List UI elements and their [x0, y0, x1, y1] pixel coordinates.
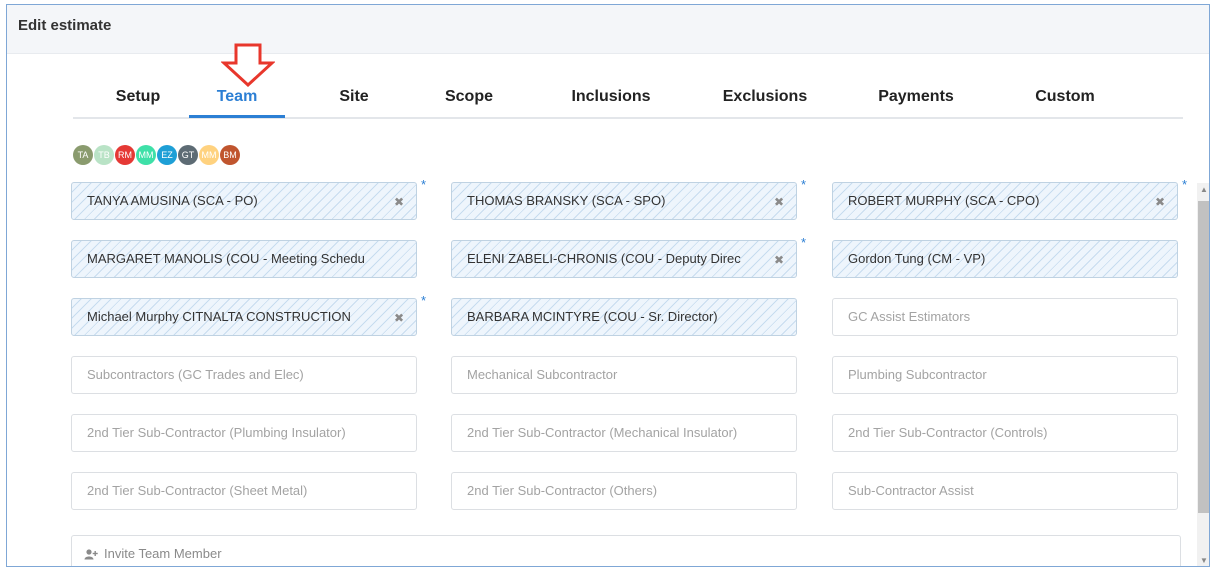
avatar[interactable]: RM — [115, 145, 135, 165]
gc-assist-estimators-field[interactable]: GC Assist Estimators — [832, 298, 1178, 336]
team-member-value: TANYA AMUSINA (SCA - PO) — [87, 193, 258, 208]
team-member-field[interactable]: BARBARA MCINTYRE (COU - Sr. Director) — [451, 298, 797, 336]
required-marker: * — [801, 177, 807, 192]
sub-contractor-assist-field[interactable]: Sub-Contractor Assist — [832, 472, 1178, 510]
tab-team[interactable]: Team — [189, 87, 285, 118]
sheet-metal-field[interactable]: 2nd Tier Sub-Contractor (Sheet Metal) — [71, 472, 417, 510]
tab-custom[interactable]: Custom — [1029, 87, 1101, 115]
estimate-tabs: Setup Team Site Scope Inclusions Exclusi… — [73, 83, 1183, 119]
remove-icon[interactable]: ✖ — [394, 300, 404, 335]
tab-payments[interactable]: Payments — [871, 87, 961, 115]
scroll-down-icon[interactable]: ▼ — [1197, 554, 1209, 566]
tab-inclusions[interactable]: Inclusions — [563, 87, 659, 115]
team-member-value: MARGARET MANOLIS (COU - Meeting Schedu — [87, 251, 365, 266]
avatar[interactable]: TB — [94, 145, 114, 165]
team-member-value: BARBARA MCINTYRE (COU - Sr. Director) — [467, 309, 718, 324]
required-marker: * — [801, 235, 807, 250]
team-member-value: Gordon Tung (CM - VP) — [848, 251, 986, 266]
team-member-field[interactable]: Gordon Tung (CM - VP) — [832, 240, 1178, 278]
avatar[interactable]: BM — [220, 145, 240, 165]
team-member-field[interactable]: ROBERT MURPHY (SCA - CPO) ✖ — [832, 182, 1178, 220]
remove-icon[interactable]: ✖ — [774, 242, 784, 277]
team-member-field[interactable]: ELENI ZABELI-CHRONIS (COU - Deputy Direc… — [451, 240, 797, 278]
plumbing-subcontractor-field[interactable]: Plumbing Subcontractor — [832, 356, 1178, 394]
tab-site[interactable]: Site — [333, 87, 375, 115]
required-marker: * — [421, 177, 427, 192]
team-member-value: THOMAS BRANSKY (SCA - SPO) — [467, 193, 666, 208]
mechanical-subcontractor-field[interactable]: Mechanical Subcontractor — [451, 356, 797, 394]
team-member-field[interactable]: THOMAS BRANSKY (SCA - SPO) ✖ — [451, 182, 797, 220]
tab-exclusions[interactable]: Exclusions — [715, 87, 815, 115]
required-marker: * — [421, 293, 427, 308]
team-member-field[interactable]: Michael Murphy CITNALTA CONSTRUCTION ✖ — [71, 298, 417, 336]
tab-scope[interactable]: Scope — [441, 87, 497, 115]
tab-setup[interactable]: Setup — [109, 87, 167, 115]
panel-header: Edit estimate — [7, 5, 1209, 54]
avatar[interactable]: MM — [199, 145, 219, 165]
controls-field[interactable]: 2nd Tier Sub-Contractor (Controls) — [832, 414, 1178, 452]
team-member-value: Michael Murphy CITNALTA CONSTRUCTION — [87, 309, 351, 324]
mechanical-insulator-field[interactable]: 2nd Tier Sub-Contractor (Mechanical Insu… — [451, 414, 797, 452]
add-user-icon — [84, 549, 98, 560]
team-member-field[interactable]: TANYA AMUSINA (SCA - PO) ✖ — [71, 182, 417, 220]
avatar[interactable]: MM — [136, 145, 156, 165]
subcontractors-field[interactable]: Subcontractors (GC Trades and Elec) — [71, 356, 417, 394]
page-title: Edit estimate — [18, 17, 112, 34]
scroll-up-icon[interactable]: ▲ — [1197, 183, 1209, 197]
team-member-value: ROBERT MURPHY (SCA - CPO) — [848, 193, 1040, 208]
invite-label: Invite Team Member — [104, 546, 222, 561]
team-member-field[interactable]: MARGARET MANOLIS (COU - Meeting Schedu — [71, 240, 417, 278]
invite-team-member-input[interactable]: Invite Team Member — [71, 535, 1181, 566]
edit-estimate-panel: Edit estimate Setup Team Site Scope Incl… — [6, 4, 1210, 567]
others-field[interactable]: 2nd Tier Sub-Contractor (Others) — [451, 472, 797, 510]
down-arrow-icon — [221, 43, 275, 87]
required-marker: * — [1182, 177, 1188, 192]
plumbing-insulator-field[interactable]: 2nd Tier Sub-Contractor (Plumbing Insula… — [71, 414, 417, 452]
remove-icon[interactable]: ✖ — [1155, 184, 1165, 219]
team-member-value: ELENI ZABELI-CHRONIS (COU - Deputy Direc — [467, 251, 741, 266]
avatar[interactable]: TA — [73, 145, 93, 165]
avatar[interactable]: EZ — [157, 145, 177, 165]
avatar[interactable]: GT — [178, 145, 198, 165]
scrollbar-thumb[interactable] — [1198, 201, 1209, 513]
remove-icon[interactable]: ✖ — [774, 184, 784, 219]
remove-icon[interactable]: ✖ — [394, 184, 404, 219]
